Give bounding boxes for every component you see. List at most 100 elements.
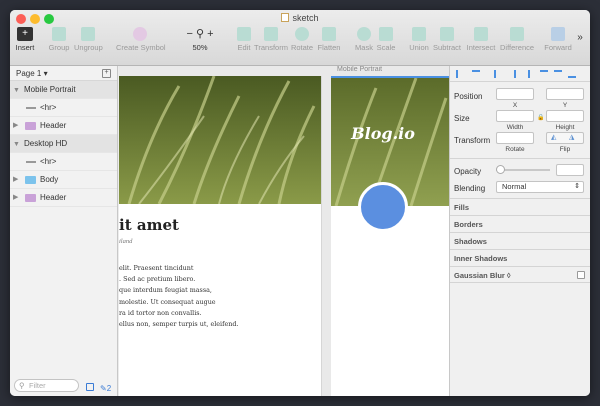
- blending-select[interactable]: Normal ⇕: [496, 181, 584, 193]
- flip-label: Flip: [559, 146, 571, 153]
- window-title: sketch: [10, 13, 590, 23]
- edit-button[interactable]: Edit: [236, 27, 252, 63]
- artboard-row[interactable]: ▼ Desktop HD: [10, 135, 117, 153]
- edit-label: Edit: [237, 43, 251, 52]
- forward-button[interactable]: Forward: [544, 27, 572, 63]
- transform-button[interactable]: Transform: [254, 27, 288, 63]
- disclosure-open-icon: ▼: [13, 141, 20, 148]
- layer-label: Mobile Portrait: [24, 85, 76, 94]
- layers-panel: Page 1 ▾ + ▼ Mobile Portrait <hr> ▶ Header…: [10, 66, 118, 396]
- page-selector[interactable]: Page 1 ▾ +: [10, 66, 117, 81]
- flip-vertical-icon[interactable]: ◮: [569, 133, 574, 141]
- toolbar: sketch + Insert Group Ungroup Create Symb…: [10, 10, 590, 66]
- mobile-artboard[interactable]: Blog.io: [331, 76, 449, 396]
- group-icon: [52, 27, 66, 41]
- edit-icon: [237, 27, 251, 41]
- layer-label: <hr>: [40, 103, 57, 112]
- intersect-label: Intersect: [466, 43, 496, 52]
- pencil-icon: ✎: [100, 384, 107, 393]
- filter-input[interactable]: ⚲ Filter: [14, 379, 79, 392]
- flatten-button[interactable]: Flatten: [316, 27, 342, 63]
- distribute-icon[interactable]: [472, 70, 480, 78]
- gaussian-blur-section[interactable]: Gaussian Blur ◊: [450, 266, 590, 283]
- layer-label: Header: [40, 121, 67, 130]
- flip-buttons[interactable]: ◭ ◮: [546, 132, 584, 144]
- alignment-bar: [450, 66, 590, 82]
- y-field[interactable]: [546, 88, 584, 100]
- layer-row[interactable]: <hr>: [10, 153, 117, 171]
- mask-button[interactable]: Mask: [354, 27, 374, 63]
- create-symbol-button[interactable]: Create Symbol: [116, 27, 166, 63]
- disclosure-closed-icon: ▶: [13, 122, 19, 129]
- add-page-button[interactable]: +: [102, 69, 111, 78]
- group-button[interactable]: Group: [48, 27, 70, 63]
- ungroup-button[interactable]: Ungroup: [74, 27, 103, 63]
- post-body: elit. Praesent tincidunt . Sed ac pretiu…: [119, 263, 239, 330]
- subtract-label: Subtract: [433, 43, 461, 52]
- insert-icon: +: [17, 27, 33, 41]
- blog-logo: Blog.io: [351, 124, 415, 143]
- canvas[interactable]: it amet iland elit. Praesent tincidunt .…: [119, 66, 449, 396]
- borders-section[interactable]: Borders: [450, 215, 590, 232]
- body-line: elit. Praesent tincidunt: [119, 264, 194, 272]
- shadows-label: Shadows: [454, 237, 487, 246]
- borders-label: Borders: [454, 220, 483, 229]
- rotate-field[interactable]: [496, 132, 534, 144]
- edit-count[interactable]: ✎2: [100, 384, 111, 393]
- flip-horizontal-icon[interactable]: ◭: [551, 133, 556, 141]
- zoom-out-button[interactable]: −: [186, 28, 192, 40]
- align-left-icon[interactable]: [456, 70, 464, 78]
- search-icon: ⚲: [19, 381, 25, 390]
- insert-button[interactable]: + Insert: [14, 27, 36, 63]
- align-h-left-icon[interactable]: [494, 70, 502, 78]
- y-label: Y: [562, 102, 568, 109]
- layer-row[interactable]: <hr>: [10, 99, 117, 117]
- desktop-artboard[interactable]: it amet iland elit. Praesent tincidunt .…: [119, 76, 321, 396]
- artboard-row[interactable]: ▼ Mobile Portrait: [10, 81, 117, 99]
- x-field[interactable]: [496, 88, 534, 100]
- zoom-in-button[interactable]: +: [207, 28, 213, 40]
- divider: [450, 158, 590, 159]
- rotate-label: Rotate: [290, 43, 314, 52]
- intersect-button[interactable]: Intersect: [466, 27, 496, 63]
- align-v-bottom-icon[interactable]: [568, 70, 576, 78]
- size-label: Size: [454, 114, 470, 123]
- scale-button[interactable]: Scale: [376, 27, 396, 63]
- layer-row[interactable]: ▶ Body: [10, 171, 117, 189]
- align-v-top-icon[interactable]: [540, 70, 548, 78]
- opacity-field[interactable]: [556, 164, 584, 176]
- difference-button[interactable]: Difference: [500, 27, 534, 63]
- align-h-center-icon[interactable]: [508, 70, 516, 78]
- align-v-middle-icon[interactable]: [554, 70, 562, 78]
- zoom-control[interactable]: − ⚲ + 50%: [180, 27, 220, 63]
- rotate-button[interactable]: Rotate: [290, 27, 314, 63]
- window-title-text: sketch: [292, 13, 319, 23]
- difference-label: Difference: [500, 43, 535, 52]
- disclosure-closed-icon: ▶: [13, 194, 19, 201]
- transform-label: Transform: [454, 136, 491, 145]
- gaussian-blur-checkbox[interactable]: [577, 271, 585, 279]
- layer-row[interactable]: ▶ Header: [10, 117, 117, 135]
- blending-label: Blending: [454, 184, 486, 193]
- more-tools-button[interactable]: »: [574, 32, 586, 68]
- fills-section[interactable]: Fills: [450, 198, 590, 215]
- height-field[interactable]: [546, 110, 584, 122]
- scale-icon: [379, 27, 393, 41]
- align-h-right-icon[interactable]: [522, 70, 530, 78]
- symbols-icon[interactable]: [86, 383, 94, 391]
- inner-shadows-section[interactable]: Inner Shadows: [450, 249, 590, 266]
- difference-icon: [510, 27, 524, 41]
- shadows-section[interactable]: Shadows: [450, 232, 590, 249]
- app-window: sketch + Insert Group Ungroup Create Symb…: [10, 10, 590, 396]
- lock-icon[interactable]: 🔒: [537, 114, 544, 121]
- layer-row[interactable]: ▶ Header: [10, 189, 117, 207]
- scale-label: Scale: [376, 43, 396, 52]
- union-button[interactable]: Union: [408, 27, 430, 63]
- inspector-panel: Position X Y Size 🔒 Width Height Transfo…: [449, 66, 590, 396]
- mask-icon: [357, 27, 371, 41]
- width-field[interactable]: [496, 110, 534, 122]
- body-line: que interdum feugiat massa,: [119, 286, 212, 295]
- artboard-label[interactable]: Mobile Portrait: [337, 66, 382, 73]
- opacity-slider-knob[interactable]: [496, 165, 505, 174]
- subtract-button[interactable]: Subtract: [432, 27, 462, 63]
